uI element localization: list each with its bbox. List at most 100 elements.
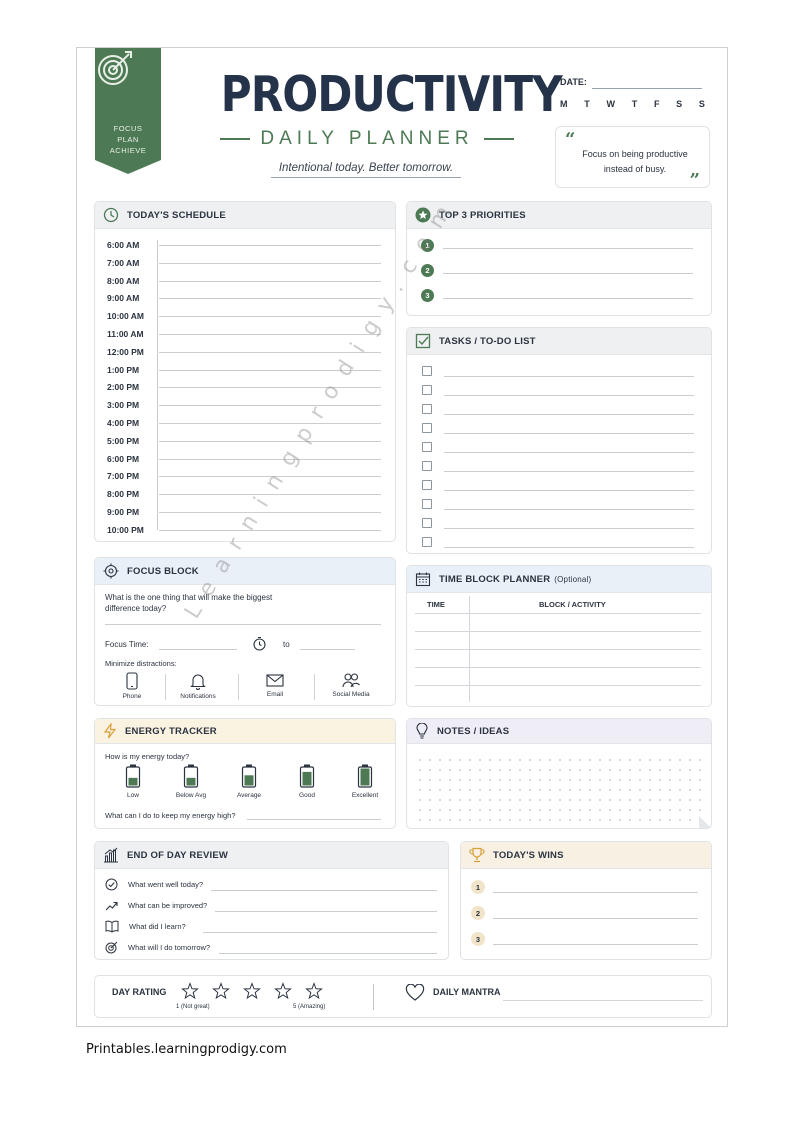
table-row-line[interactable] [415,631,701,632]
distraction-social-media[interactable]: Social Media [314,672,388,698]
ribbon-text-plan: PLAN [117,135,139,144]
schedule-line[interactable] [159,280,381,282]
schedule-line[interactable] [159,458,381,460]
review-answer-line[interactable] [211,890,437,891]
priority-line[interactable] [443,273,693,274]
schedule-row[interactable]: 10:00 AM [107,307,381,325]
schedule-line[interactable] [159,334,381,335]
weekday-mon[interactable]: M [560,99,568,109]
task-checkbox[interactable] [422,423,432,433]
schedule-row[interactable]: 6:00 AM [107,236,381,254]
weekday-sun[interactable]: S [699,99,705,109]
priority-line[interactable] [443,298,693,299]
schedule-row[interactable]: 3:00 PM [107,396,381,414]
schedule-row[interactable]: 9:00 AM [107,289,381,307]
schedule-row[interactable]: 8:00 AM [107,272,381,290]
focus-time-end-field[interactable] [300,649,355,650]
task-line[interactable] [444,376,694,377]
energy-level-option[interactable]: Good [282,764,332,799]
task-checkbox[interactable] [422,537,432,547]
review-item-went-well[interactable]: What went well today? [105,878,203,891]
task-line[interactable] [444,433,694,434]
task-line[interactable] [444,528,694,529]
energy-level-option[interactable]: Excellent [340,764,390,799]
review-answer-line[interactable] [215,911,437,912]
task-checkbox[interactable] [422,404,432,414]
energy-level-option[interactable]: Average [224,764,274,799]
schedule-row[interactable]: 1:00 PM [107,361,381,379]
schedule-line[interactable] [159,298,381,300]
schedule-row[interactable]: 9:00 PM [107,503,381,521]
task-checkbox[interactable] [422,461,432,471]
weekday-tue[interactable]: T [584,99,590,109]
task-checkbox[interactable] [422,518,432,528]
schedule-line[interactable] [159,529,381,531]
schedule-row[interactable]: 12:00 PM [107,343,381,361]
star-icon[interactable] [212,982,230,1000]
weekday-thu[interactable]: T [632,99,638,109]
task-checkbox[interactable] [422,480,432,490]
table-row-line[interactable] [415,685,701,686]
task-checkbox[interactable] [422,385,432,395]
priority-line[interactable] [443,248,693,249]
schedule-line[interactable] [159,245,381,246]
review-answer-line[interactable] [219,953,437,954]
schedule-row[interactable]: 7:00 AM [107,254,381,272]
weekday-fri[interactable]: F [654,99,660,109]
star-icon[interactable] [181,982,199,1000]
task-line[interactable] [444,490,694,491]
task-line[interactable] [444,509,694,510]
schedule-row[interactable]: 4:00 PM [107,414,381,432]
schedule-row[interactable]: 6:00 PM [107,450,381,468]
energy-level-option[interactable]: Low [108,764,158,799]
schedule-time: 5:00 PM [107,435,140,446]
schedule-time: 9:00 AM [107,293,140,304]
focus-time-start-field[interactable] [159,649,237,650]
task-checkbox[interactable] [422,499,432,509]
weekday-sat[interactable]: S [676,99,682,109]
schedule-line[interactable] [159,423,381,424]
task-checkbox[interactable] [422,442,432,452]
schedule-line[interactable] [159,316,381,318]
schedule-row[interactable]: 10:00 PM [107,521,381,539]
task-line[interactable] [444,414,694,415]
weekday-selector: M T W T F S S [560,99,705,109]
dot-grid[interactable] [415,755,705,827]
review-item-learned[interactable]: What did I learn? [105,920,186,933]
energy-level-option[interactable]: Below Avg [166,764,216,799]
distraction-notifications[interactable]: Notifications [161,672,235,700]
schedule-row[interactable]: 11:00 AM [107,325,381,343]
star-icon[interactable] [274,982,292,1000]
schedule-line[interactable] [159,262,381,264]
distraction-email[interactable]: Email [238,672,312,698]
review-item-improve[interactable]: What can be improved? [105,899,207,912]
win-line[interactable] [493,892,698,893]
win-line[interactable] [493,918,698,919]
schedule-line[interactable] [159,440,381,442]
task-checkbox[interactable] [422,366,432,376]
task-line[interactable] [444,471,694,472]
win-line[interactable] [493,944,698,945]
target-icon [105,941,118,954]
star-icon[interactable] [305,982,323,1000]
energy-answer-line[interactable] [247,819,381,820]
task-line[interactable] [444,452,694,453]
schedule-row[interactable]: 8:00 PM [107,485,381,503]
schedule-row[interactable]: 5:00 PM [107,432,381,450]
daily-mantra-field[interactable] [503,1000,703,1001]
table-row-line[interactable] [415,649,701,650]
distraction-phone[interactable]: Phone [95,672,169,700]
review-answer-line[interactable] [203,932,437,933]
schedule-line[interactable] [159,405,381,407]
priority-item-3[interactable]: 3 [421,289,693,302]
focus-answer-line[interactable] [105,624,381,625]
weekday-wed[interactable]: W [606,99,615,109]
table-row-line[interactable] [415,667,701,668]
review-item-tomorrow[interactable]: What will I do tomorrow? [105,941,210,954]
task-line[interactable] [444,547,694,548]
schedule-row[interactable]: 2:00 PM [107,378,381,396]
task-line[interactable] [444,395,694,396]
star-icon[interactable] [243,982,261,1000]
schedule-row[interactable]: 7:00 PM [107,467,381,485]
date-field[interactable] [592,88,702,89]
